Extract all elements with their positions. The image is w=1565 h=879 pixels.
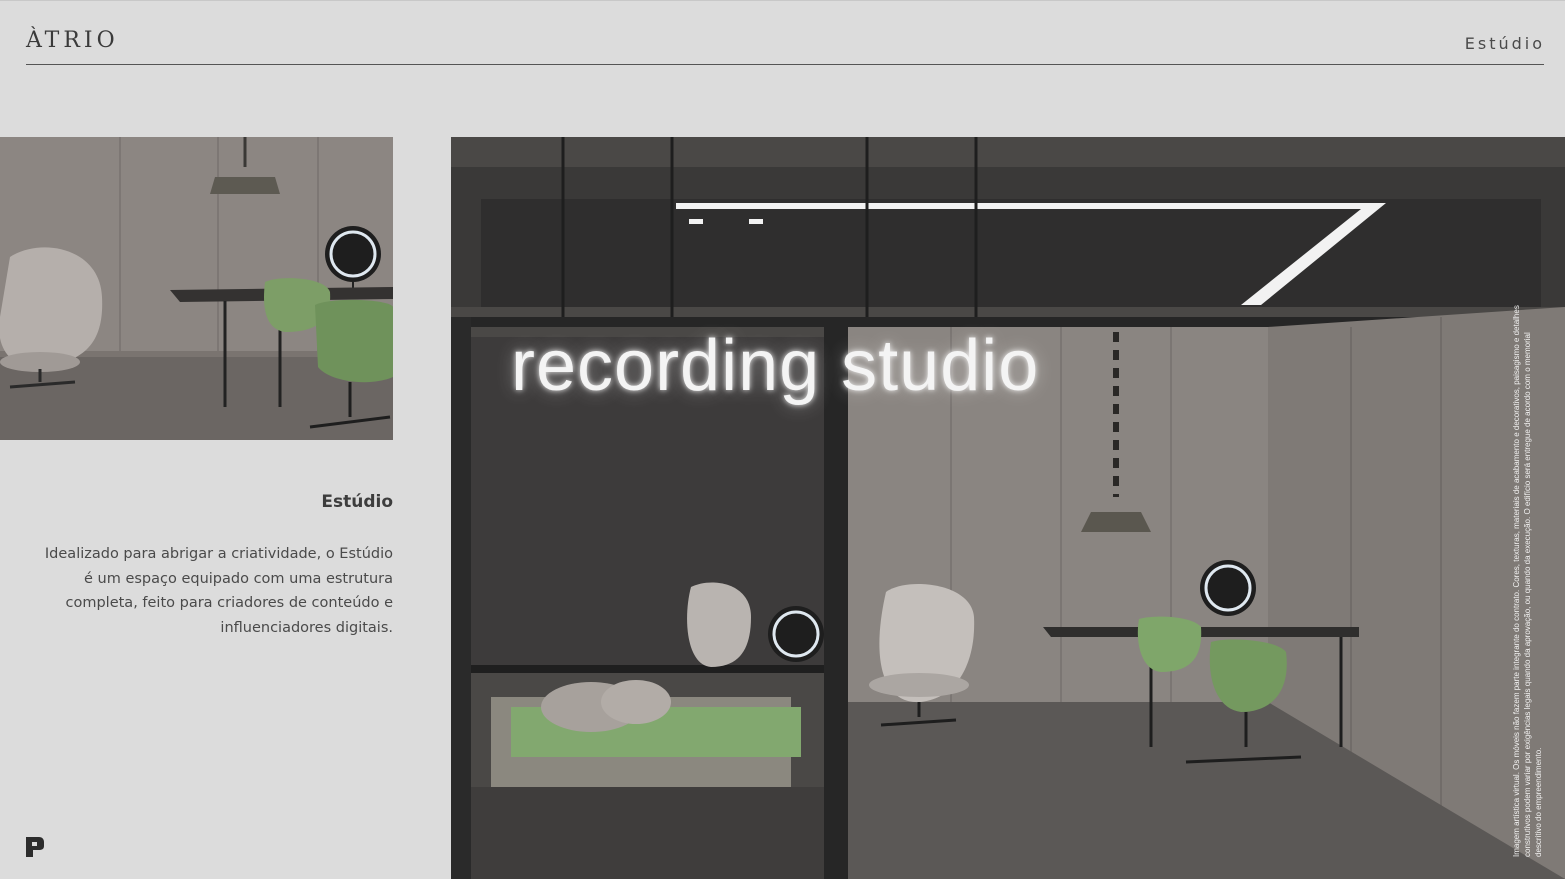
top-border (0, 0, 1565, 1)
description-block: Estúdio Idealizado para abrigar a criati… (40, 492, 393, 640)
brand-p-logo-icon[interactable] (26, 837, 44, 857)
description-body: Idealizado para abrigar a criatividade, … (44, 546, 393, 636)
description-title: Estúdio (321, 492, 393, 512)
neon-sign: recording studio (511, 326, 1040, 406)
image-disclaimer: Imagem artística virtual. Os móveis não … (1512, 305, 1543, 857)
studio-detail-photo (0, 137, 393, 440)
header-divider (26, 64, 1544, 65)
brand-logo[interactable]: ÀTRIO (26, 28, 119, 53)
section-label: Estúdio (1464, 34, 1545, 53)
studio-main-photo: recording studio Imagem artística virtua… (451, 137, 1565, 879)
page: ÀTRIO Estúdio Estúdio Idealizado para ab… (0, 0, 1565, 879)
